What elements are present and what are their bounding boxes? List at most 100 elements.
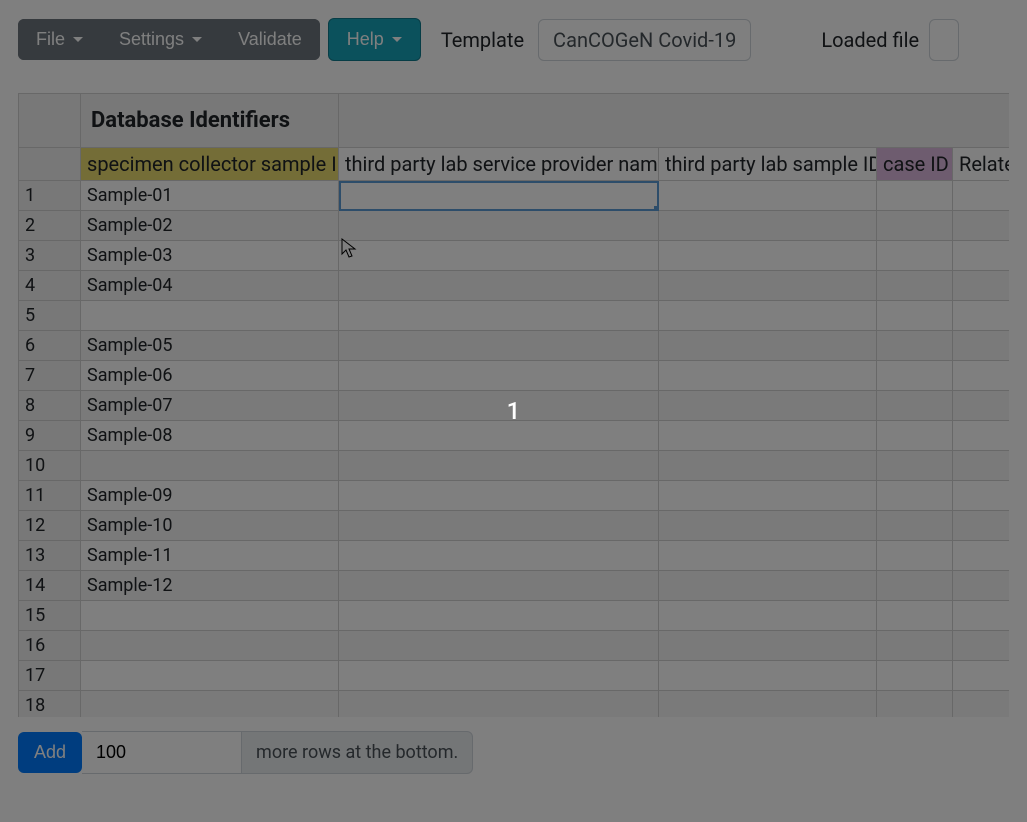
row-number[interactable]: 2 [19,211,81,241]
cell-lab_sid[interactable] [659,691,877,718]
column-header-specimen[interactable]: specimen collector sample ID [81,148,339,181]
row-number[interactable]: 3 [19,241,81,271]
cell-lab_sid[interactable] [659,571,877,601]
cell-specimen[interactable] [81,631,339,661]
cell-lab_sid[interactable] [659,271,877,301]
cell-related[interactable] [953,691,1010,718]
cell-specimen[interactable]: Sample-12 [81,571,339,601]
cell-provider[interactable] [339,661,659,691]
cell-provider[interactable] [339,601,659,631]
cell-related[interactable] [953,541,1010,571]
cell-specimen[interactable]: Sample-06 [81,361,339,391]
cell-specimen[interactable]: Sample-02 [81,211,339,241]
cell-lab_sid[interactable] [659,421,877,451]
template-select[interactable]: CanCOGeN Covid-19 [538,19,751,61]
cell-related[interactable] [953,271,1010,301]
row-number[interactable]: 18 [19,691,81,718]
cell-lab_sid[interactable] [659,211,877,241]
cell-related[interactable] [953,661,1010,691]
column-header-lab_sid[interactable]: third party lab sample ID [659,148,877,181]
fill-handle[interactable] [654,206,659,211]
cell-specimen[interactable]: Sample-07 [81,391,339,421]
cell-related[interactable] [953,601,1010,631]
cell-provider[interactable] [339,421,659,451]
cell-provider[interactable] [339,181,659,211]
cell-specimen[interactable]: Sample-01 [81,181,339,211]
cell-related[interactable] [953,571,1010,601]
row-number[interactable]: 6 [19,331,81,361]
file-dropdown[interactable]: File [18,19,101,60]
cell-lab_sid[interactable] [659,361,877,391]
cell-specimen[interactable] [81,601,339,631]
cell-lab_sid[interactable] [659,391,877,421]
cell-specimen[interactable] [81,301,339,331]
data-grid[interactable]: Database Identifiers specimen collector … [18,93,1009,717]
cell-case_id[interactable] [877,361,953,391]
cell-specimen[interactable] [81,451,339,481]
row-number[interactable]: 15 [19,601,81,631]
validate-button[interactable]: Validate [220,19,320,60]
loaded-file-field[interactable] [929,19,959,61]
cell-lab_sid[interactable] [659,481,877,511]
add-rows-button[interactable]: Add [18,732,82,773]
rownum-header[interactable] [19,148,81,181]
row-number[interactable]: 11 [19,481,81,511]
cell-related[interactable] [953,301,1010,331]
cell-related[interactable] [953,211,1010,241]
cell-provider[interactable] [339,481,659,511]
cell-case_id[interactable] [877,511,953,541]
cell-specimen[interactable]: Sample-08 [81,421,339,451]
cell-case_id[interactable] [877,691,953,718]
cell-provider[interactable] [339,361,659,391]
cell-case_id[interactable] [877,571,953,601]
cell-related[interactable] [953,391,1010,421]
cell-related[interactable] [953,331,1010,361]
row-number[interactable]: 5 [19,301,81,331]
cell-lab_sid[interactable] [659,181,877,211]
cell-specimen[interactable]: Sample-10 [81,511,339,541]
cell-provider[interactable] [339,511,659,541]
cell-related[interactable] [953,631,1010,661]
cell-case_id[interactable] [877,301,953,331]
cell-case_id[interactable] [877,181,953,211]
settings-dropdown[interactable]: Settings [101,19,220,60]
cell-provider[interactable] [339,391,659,421]
cell-lab_sid[interactable] [659,541,877,571]
cell-provider[interactable] [339,271,659,301]
rows-count-input[interactable] [82,731,242,774]
group-header[interactable]: Database Identifiers [81,94,339,148]
row-number[interactable]: 16 [19,631,81,661]
cell-provider[interactable] [339,241,659,271]
row-number[interactable]: 8 [19,391,81,421]
cell-case_id[interactable] [877,271,953,301]
cell-related[interactable] [953,181,1010,211]
cell-specimen[interactable]: Sample-09 [81,481,339,511]
cell-specimen[interactable]: Sample-05 [81,331,339,361]
cell-specimen[interactable] [81,661,339,691]
row-number[interactable]: 7 [19,361,81,391]
cell-case_id[interactable] [877,631,953,661]
cell-specimen[interactable]: Sample-04 [81,271,339,301]
cell-related[interactable] [953,241,1010,271]
row-number[interactable]: 12 [19,511,81,541]
cell-related[interactable] [953,481,1010,511]
cell-lab_sid[interactable] [659,661,877,691]
cell-case_id[interactable] [877,331,953,361]
cell-specimen[interactable] [81,691,339,718]
cell-lab_sid[interactable] [659,631,877,661]
row-number[interactable]: 17 [19,661,81,691]
cell-provider[interactable] [339,691,659,718]
cell-specimen[interactable]: Sample-11 [81,541,339,571]
cell-case_id[interactable] [877,541,953,571]
column-header-provider[interactable]: third party lab service provider name [339,148,659,181]
row-number[interactable]: 14 [19,571,81,601]
cell-specimen[interactable]: Sample-03 [81,241,339,271]
corner-header[interactable] [19,94,81,148]
cell-provider[interactable] [339,331,659,361]
cell-related[interactable] [953,451,1010,481]
cell-provider[interactable] [339,541,659,571]
cell-provider[interactable] [339,301,659,331]
cell-case_id[interactable] [877,211,953,241]
row-number[interactable]: 10 [19,451,81,481]
row-number[interactable]: 4 [19,271,81,301]
